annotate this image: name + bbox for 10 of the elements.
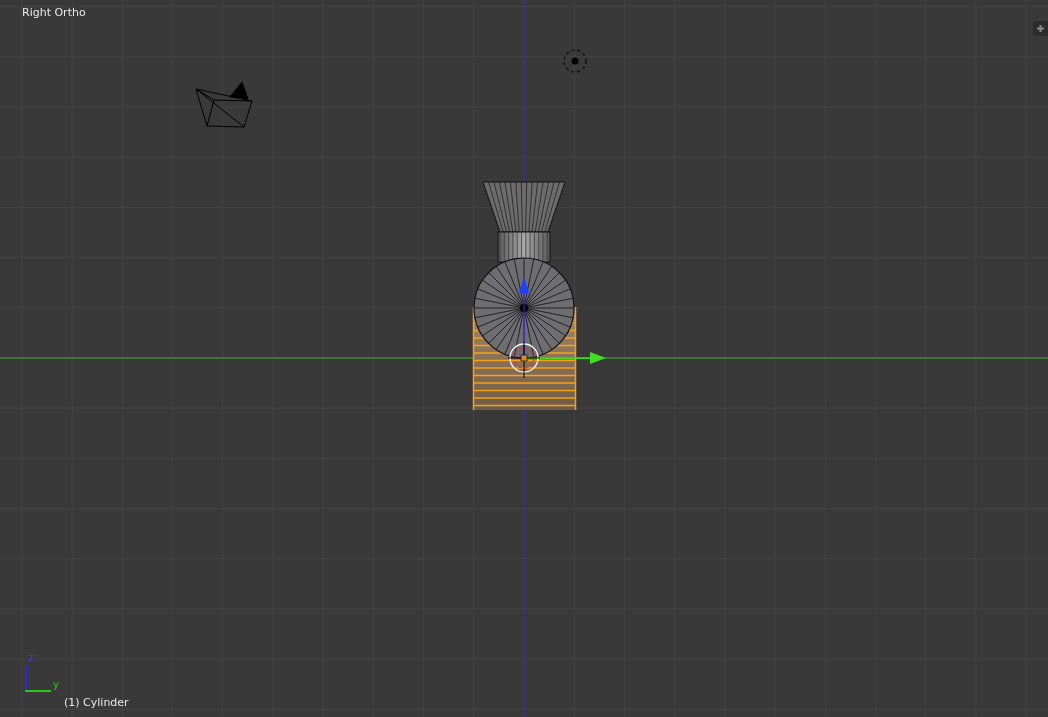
lamp-drawing <box>563 49 587 73</box>
axis-label: z <box>28 652 34 663</box>
axis-gizmo-drawing <box>25 665 51 692</box>
object-name: (1) Cylinder <box>64 696 129 709</box>
axis-label: y <box>53 679 59 690</box>
cursor-icon <box>507 341 541 379</box>
view-name: Right Ortho <box>22 6 86 19</box>
camera-drawing <box>195 81 253 128</box>
expand-button[interactable] <box>1033 21 1048 36</box>
plus-icon <box>1037 25 1044 32</box>
